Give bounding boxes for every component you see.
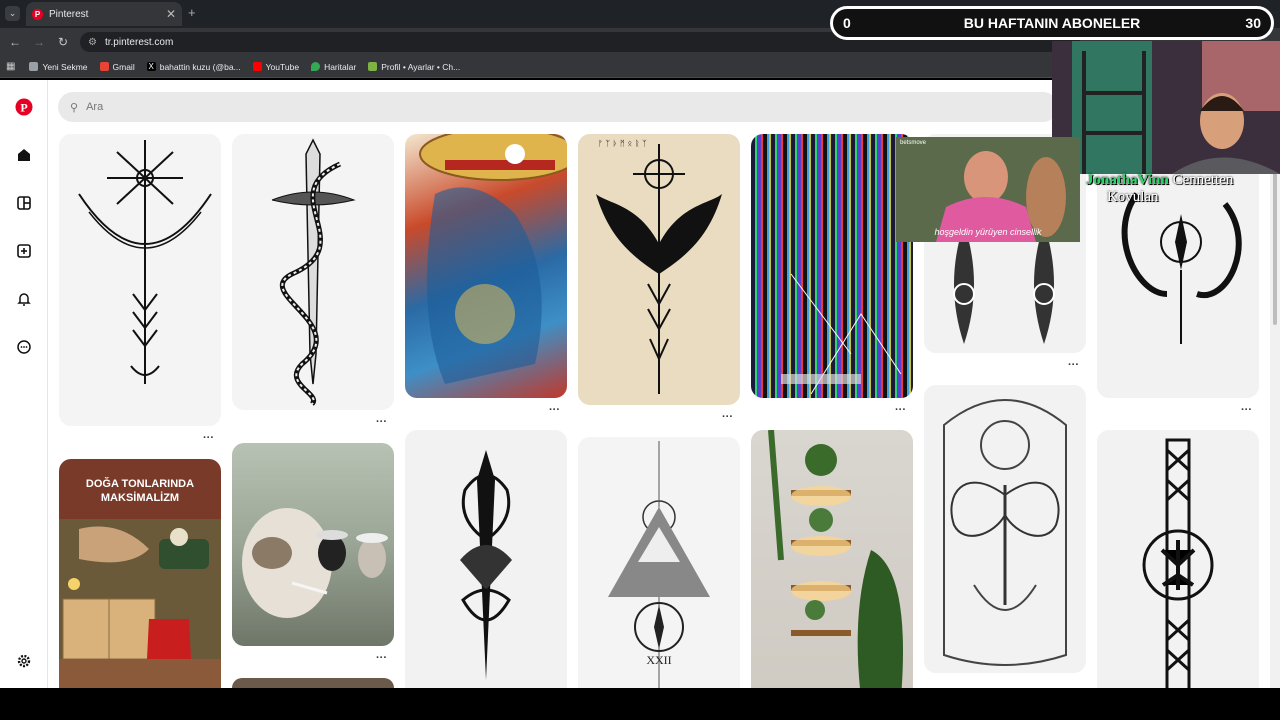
cats-photo: [242, 508, 388, 618]
pin-mountain-compass-tattoo[interactable]: XXII: [578, 437, 740, 688]
watermark-channel-name: JonathaVinn: [1086, 172, 1169, 188]
new-tab-icon[interactable]: +: [188, 5, 196, 20]
notifications-icon[interactable]: [14, 289, 34, 309]
bookmark-haritalar[interactable]: Haritalar: [311, 62, 356, 72]
messages-icon[interactable]: [14, 337, 34, 357]
search-bar[interactable]: ⚲ Ara: [58, 92, 1058, 122]
streamer-webcam: [1052, 41, 1280, 174]
svg-text:P: P: [20, 101, 27, 115]
tab-search-icon[interactable]: ⌄: [5, 6, 20, 21]
gmail-icon: [99, 62, 109, 71]
maps-icon: [311, 62, 321, 71]
dagger-ornament-drawing: [460, 450, 512, 680]
pin-one-piece-art[interactable]: [405, 134, 567, 398]
settings-icon[interactable]: [14, 651, 34, 671]
close-tab-icon[interactable]: ✕: [166, 7, 176, 21]
pin-options-icon[interactable]: ···: [1068, 359, 1079, 371]
create-icon[interactable]: [14, 241, 34, 261]
vegvisir-drawing: [78, 140, 212, 384]
mountain-compass-drawing: [608, 441, 710, 688]
meme-video-overlay: betsmove hoşgeldin yürüyen cinsellik: [896, 137, 1080, 242]
pinterest-logo-icon[interactable]: P: [14, 97, 34, 117]
raven-rune-drawing: ᚠ ᛉ ᚦ ᛗ ᛟ ᚱ ᛉ: [596, 139, 722, 394]
meme-caption: hoşgeldin yürüyen cinsellik: [934, 227, 1042, 237]
tab-pinterest[interactable]: P Pinterest ✕: [26, 2, 182, 26]
youtube-icon: [252, 62, 262, 71]
pin-glowing-shelves[interactable]: [751, 430, 913, 688]
pinterest-icon: P: [32, 8, 43, 20]
cracked-screen-lines: [781, 273, 902, 395]
subscribers-title: BU HAFTANIN ABONELER: [963, 15, 1141, 31]
reload-icon[interactable]: ↻: [51, 35, 75, 49]
pin-options-icon[interactable]: ···: [895, 404, 906, 416]
straw-hat-art: [419, 134, 567, 384]
explore-icon[interactable]: [14, 193, 34, 213]
subscribers-start-count: 0: [843, 15, 851, 31]
channel-watermark: JonathaVinn Cennetten Kovulan: [1086, 172, 1233, 206]
celtic-tree-drawing: [1142, 438, 1214, 688]
bookmark-profil[interactable]: Profil • Ayarlar • Ch...: [368, 62, 460, 72]
pin-glitch-screen[interactable]: [751, 134, 913, 398]
webcam-scene: [1052, 41, 1280, 174]
pin-options-icon[interactable]: ···: [722, 411, 733, 423]
subscribers-goal-count: 30: [1245, 15, 1261, 31]
forward-icon[interactable]: →: [27, 35, 51, 49]
bookmark-label: Gmail: [112, 61, 135, 72]
interior-illustration: [59, 519, 221, 688]
profile-icon: [368, 62, 378, 71]
pin-options-icon[interactable]: ···: [549, 404, 560, 416]
pin-moth-ornament-tattoo[interactable]: [924, 385, 1086, 673]
pin-dagger-ornament-tattoo[interactable]: [405, 430, 567, 688]
site-info-icon[interactable]: ⚙: [88, 37, 97, 48]
scrollbar-thumb[interactable]: [1273, 165, 1277, 325]
bookmark-gmail[interactable]: Gmail: [99, 61, 135, 72]
back-icon[interactable]: ←: [3, 35, 27, 49]
bookmark-yeni-sekme[interactable]: Yeni Sekme: [29, 61, 88, 72]
bookmark-label: Haritalar: [324, 61, 357, 72]
x-icon: X: [146, 62, 156, 71]
pin-options-icon[interactable]: ···: [1241, 404, 1252, 416]
url-text: tr.pinterest.com: [104, 36, 174, 48]
pin-options-icon[interactable]: ···: [203, 432, 214, 444]
pin-maximalism-interior[interactable]: DOĞA TONLARINDA MAKSİMALİZM: [59, 459, 221, 688]
meme-brand-label: betsmove: [900, 140, 927, 146]
tab-title: Pinterest: [49, 8, 89, 20]
bookmark-x[interactable]: Xbahattin kuzu (@ba...: [146, 61, 241, 72]
search-icon: ⚲: [70, 101, 79, 114]
bookmark-label: Profil • Ayarlar • Ch...: [381, 61, 461, 72]
pin-snake-dagger-tattoo[interactable]: [232, 134, 394, 410]
bottom-black-bar: [0, 688, 1280, 720]
search-placeholder: Ara: [86, 101, 104, 113]
bookmark-label: bahattin kuzu (@ba...: [159, 61, 241, 72]
snake-dagger-drawing: [271, 138, 356, 406]
watermark-line2: Kovulan: [1106, 189, 1159, 205]
pin-next-card[interactable]: [232, 678, 394, 688]
pin-options-icon[interactable]: ···: [376, 652, 387, 664]
pin-vegvisir-tattoo[interactable]: [59, 134, 221, 426]
weekly-subscribers-banner: 0 BU HAFTANIN ABONELER 30: [830, 6, 1274, 40]
bookmark-label: Yeni Sekme: [42, 61, 88, 72]
pin-options-icon[interactable]: ···: [376, 416, 387, 428]
sidebar: P: [0, 80, 48, 688]
newtab-icon: [29, 62, 39, 71]
bookmark-youtube[interactable]: YouTube: [252, 61, 300, 72]
bookmark-label: YouTube: [265, 61, 300, 72]
apps-grid-icon[interactable]: ▦: [6, 61, 15, 72]
watermark-text: Cennetten: [1172, 172, 1234, 188]
pin-raven-rune-tattoo[interactable]: ᚠ ᛉ ᚦ ᛗ ᛟ ᚱ ᛉ: [578, 134, 740, 405]
svg-text:ᚠ ᛉ ᚦ ᛗ ᛟ ᚱ ᛉ: ᚠ ᛉ ᚦ ᛗ ᛟ ᚱ ᛉ: [598, 139, 647, 148]
moth-ornament-drawing: [943, 399, 1067, 666]
roman-numeral-label: XXII: [646, 653, 672, 667]
home-icon[interactable]: [14, 145, 34, 165]
pin-smoking-cat[interactable]: [232, 443, 394, 646]
shelves-photo: [768, 430, 903, 688]
pin-celtic-tree-tattoo[interactable]: [1097, 430, 1259, 688]
